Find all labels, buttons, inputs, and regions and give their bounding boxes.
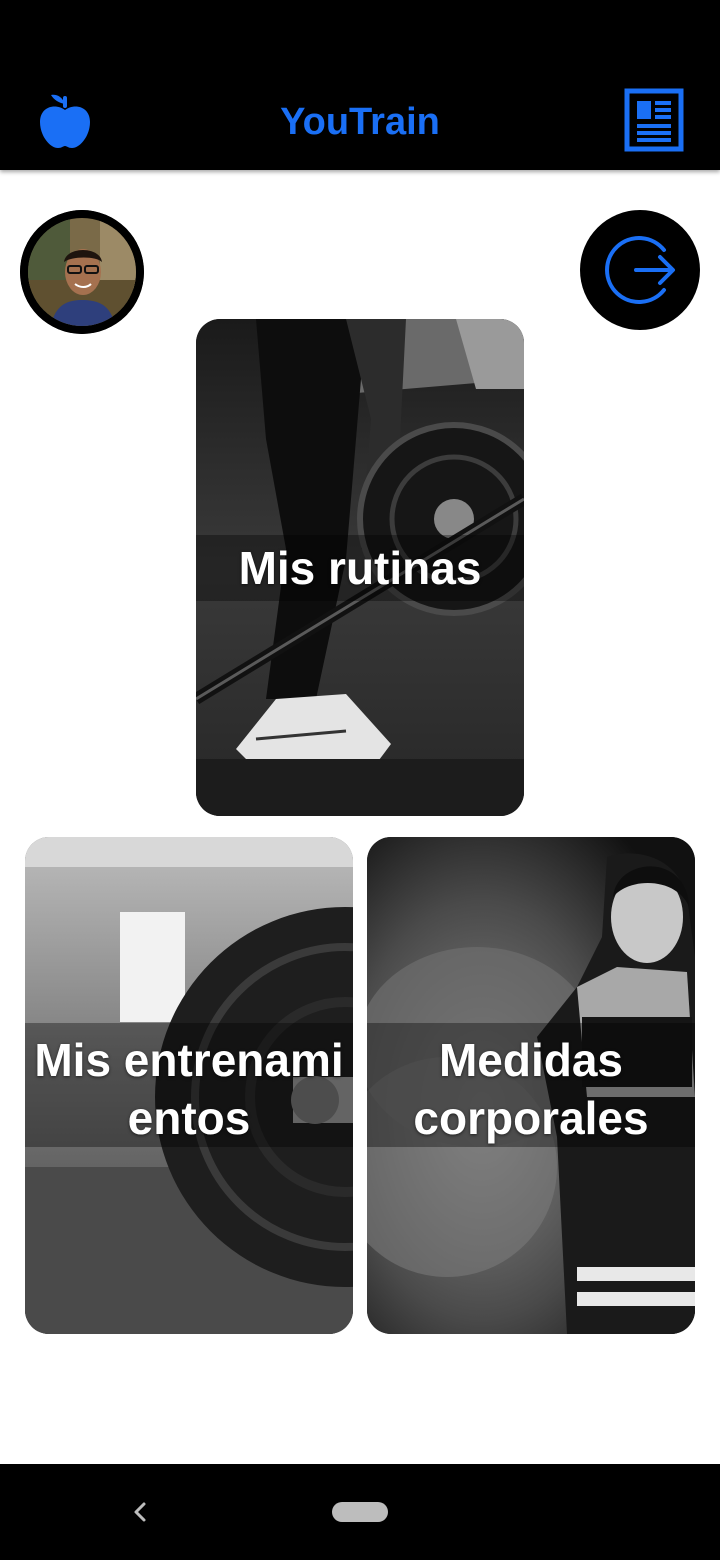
logout-icon[interactable] (580, 210, 700, 330)
measures-card-label: Medidas corporales (413, 1034, 649, 1144)
routines-card-label: Mis rutinas (238, 542, 482, 594)
status-bar (0, 0, 720, 72)
workouts-card-label: Mis entrenami entos (34, 1034, 344, 1144)
home-pill-icon[interactable] (332, 1502, 388, 1522)
newspaper-icon[interactable] (624, 88, 686, 154)
measures-card[interactable]: Medidas corporales (367, 837, 695, 1334)
system-nav-bar (0, 1464, 720, 1560)
app-bar: YouTrain (0, 72, 720, 170)
back-chevron-icon[interactable] (122, 1494, 158, 1530)
workouts-card[interactable]: Mis entrenami entos (25, 837, 353, 1334)
routines-card[interactable]: Mis rutinas (196, 319, 524, 816)
app-title: YouTrain (280, 101, 440, 143)
user-avatar[interactable] (20, 210, 144, 334)
